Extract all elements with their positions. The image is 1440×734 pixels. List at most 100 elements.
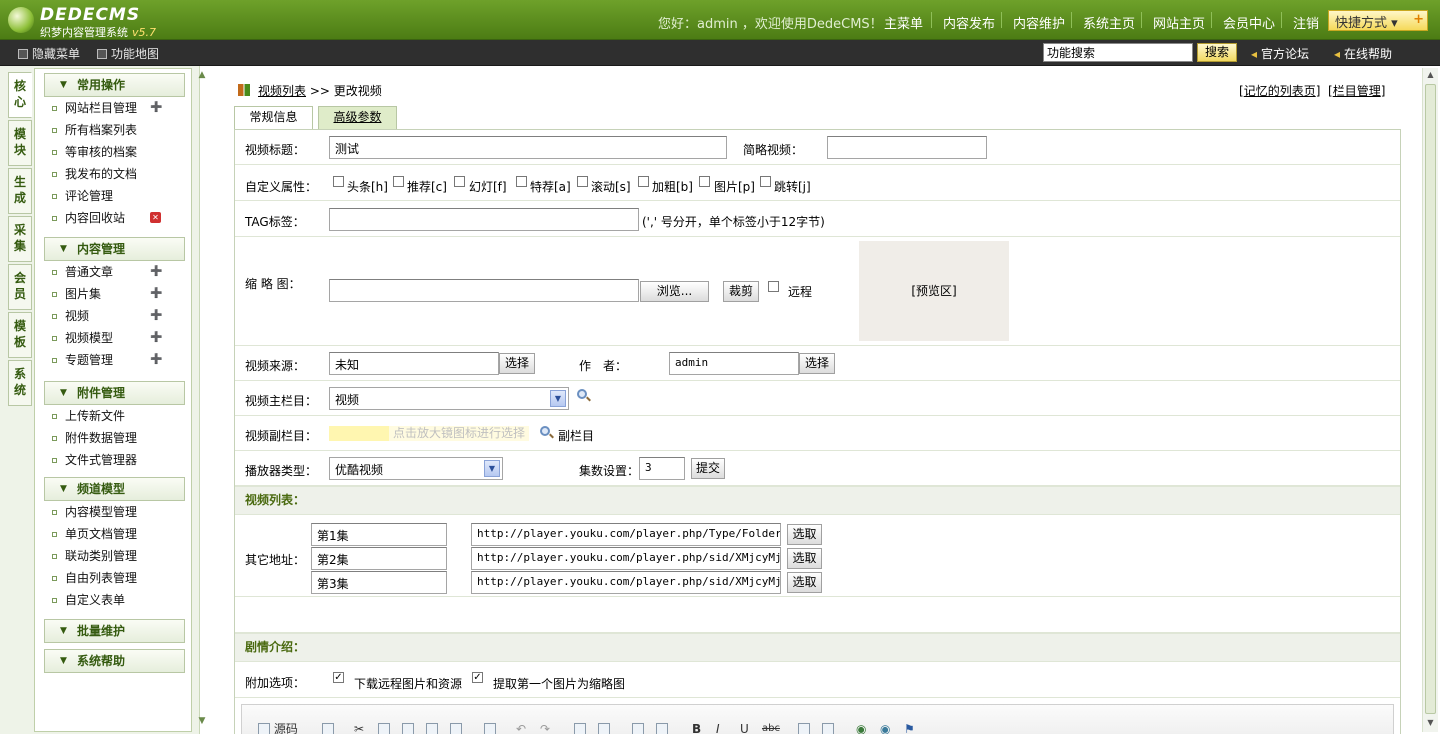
menu-item-attachment-data[interactable]: 附件数据管理 bbox=[35, 427, 191, 449]
add-icon[interactable]: ➕ bbox=[150, 354, 162, 365]
menu-item-all-archives[interactable]: 所有档案列表 bbox=[35, 119, 191, 141]
editor-redo-button[interactable]: ↷ bbox=[540, 721, 550, 734]
left-scroll-down-icon[interactable]: ▼ bbox=[192, 716, 212, 730]
remember-list-link[interactable]: 记忆的列表页 bbox=[1244, 84, 1316, 98]
flag-checkbox[interactable] bbox=[577, 176, 588, 187]
sub-column-link[interactable]: 副栏目 bbox=[558, 427, 594, 444]
menu-item-content-model[interactable]: 内容模型管理 bbox=[35, 501, 191, 523]
editor-paste-button[interactable] bbox=[402, 721, 414, 734]
forum-link[interactable]: ◂ 官方论坛 bbox=[1251, 45, 1309, 62]
vtab-member[interactable]: 会员 bbox=[8, 264, 32, 310]
function-search-input[interactable] bbox=[1043, 43, 1193, 62]
tab-normal-info[interactable]: 常规信息 bbox=[234, 106, 313, 129]
editor-link-button[interactable]: ◉ bbox=[856, 721, 866, 734]
editor-copy-button[interactable] bbox=[378, 721, 390, 734]
editor-paste-text-button[interactable] bbox=[426, 721, 438, 734]
remote-checkbox[interactable] bbox=[768, 281, 779, 292]
episode-url-input[interactable]: http://player.youku.com/player.php/sid/X… bbox=[471, 571, 781, 594]
scroll-thumb[interactable] bbox=[1425, 84, 1436, 714]
menu-item-video-model[interactable]: 视频模型 ➕ bbox=[35, 327, 191, 349]
magnifier-icon[interactable] bbox=[577, 389, 591, 403]
editor-doc-button[interactable] bbox=[322, 721, 334, 734]
episode-name-input[interactable]: 第1集 bbox=[311, 523, 447, 546]
editor-source-button[interactable]: 源码 bbox=[258, 721, 298, 734]
menu-item-comments[interactable]: 评论管理 bbox=[35, 185, 191, 207]
function-map-button[interactable]: 功能地图 bbox=[97, 45, 159, 62]
editor-replace-button[interactable] bbox=[598, 721, 610, 734]
title-input[interactable]: 测试 bbox=[329, 136, 727, 159]
author-input[interactable]: admin bbox=[669, 352, 799, 375]
submit-episodes-button[interactable]: 提交 bbox=[691, 458, 725, 479]
editor-bold-button[interactable]: B bbox=[692, 721, 701, 734]
menu-section-help[interactable]: ▼ 系统帮助 bbox=[44, 649, 185, 673]
flag-checkbox[interactable] bbox=[516, 176, 527, 187]
crumb-video-list-link[interactable]: 视频列表 bbox=[258, 84, 306, 98]
menu-item-column-manage[interactable]: 网站栏目管理 ➕ bbox=[35, 97, 191, 119]
episode-pick-button[interactable]: 选取 bbox=[787, 572, 822, 593]
episode-url-input[interactable]: http://player.youku.com/player.php/Type/… bbox=[471, 523, 781, 546]
thumb-input[interactable] bbox=[329, 279, 639, 302]
menu-item-recycle-bin[interactable]: 内容回收站 ✕ bbox=[35, 207, 191, 229]
editor-unlink-button[interactable]: ◉ bbox=[880, 721, 890, 734]
menu-item-pending-archives[interactable]: 等审核的档案 bbox=[35, 141, 191, 163]
episode-pick-button[interactable]: 选取 bbox=[787, 548, 822, 569]
source-select-button[interactable]: 选择 bbox=[499, 353, 535, 374]
main-column-select[interactable]: 视频 ▼ bbox=[329, 387, 569, 410]
menu-item-my-documents[interactable]: 我发布的文档 bbox=[35, 163, 191, 185]
menu-section-content[interactable]: ▼ 内容管理 bbox=[44, 237, 185, 261]
nav-main-menu[interactable]: 主菜单 bbox=[884, 13, 923, 32]
editor-select-all-button[interactable] bbox=[632, 721, 644, 734]
nav-member-center[interactable]: 会员中心 bbox=[1223, 13, 1275, 32]
menu-item-topics[interactable]: 专题管理 ➕ bbox=[35, 349, 191, 371]
episode-name-input[interactable]: 第3集 bbox=[311, 571, 447, 594]
menu-item-gallery[interactable]: 图片集 ➕ bbox=[35, 283, 191, 305]
add-icon[interactable]: ➕ bbox=[150, 332, 162, 343]
episodes-input[interactable]: 3 bbox=[639, 457, 685, 480]
vtab-generate[interactable]: 生成 bbox=[8, 168, 32, 214]
author-select-button[interactable]: 选择 bbox=[799, 353, 835, 374]
flag-checkbox[interactable] bbox=[699, 176, 710, 187]
menu-section-attachments[interactable]: ▼ 附件管理 bbox=[44, 381, 185, 405]
flag-checkbox[interactable] bbox=[393, 176, 404, 187]
add-icon[interactable]: ➕ bbox=[150, 288, 162, 299]
editor-italic-button[interactable]: I bbox=[716, 721, 720, 734]
menu-item-upload[interactable]: 上传新文件 bbox=[35, 405, 191, 427]
source-input[interactable]: 未知 bbox=[329, 352, 499, 375]
scroll-down-icon[interactable]: ▼ bbox=[1425, 718, 1436, 730]
vtab-system[interactable]: 系统 bbox=[8, 360, 32, 406]
scroll-up-icon[interactable]: ▲ bbox=[1425, 70, 1436, 82]
episode-url-input[interactable]: http://player.youku.com/player.php/sid/X… bbox=[471, 547, 781, 570]
editor-paste-word-button[interactable] bbox=[450, 721, 462, 734]
menu-item-article[interactable]: 普通文章 ➕ bbox=[35, 261, 191, 283]
editor-underline-button[interactable]: U bbox=[740, 721, 749, 734]
player-select[interactable]: 优酷视频 ▼ bbox=[329, 457, 503, 480]
episode-pick-button[interactable]: 选取 bbox=[787, 524, 822, 545]
nav-content-maintain[interactable]: 内容维护 bbox=[1013, 13, 1065, 32]
menu-item-single-page[interactable]: 单页文档管理 bbox=[35, 523, 191, 545]
flag-checkbox[interactable] bbox=[760, 176, 771, 187]
add-icon[interactable]: ➕ bbox=[150, 310, 162, 321]
nav-logout[interactable]: 注销 bbox=[1293, 13, 1319, 32]
content-scrollbar[interactable]: ▲ ▼ bbox=[1422, 68, 1438, 732]
editor-find-button[interactable] bbox=[574, 721, 586, 734]
menu-item-linkage[interactable]: 联动类别管理 bbox=[35, 545, 191, 567]
hide-menu-button[interactable]: 隐藏菜单 bbox=[18, 45, 80, 62]
editor-undo-button[interactable]: ↶ bbox=[516, 721, 526, 734]
clear-icon[interactable]: ✕ bbox=[150, 212, 161, 223]
menu-item-video[interactable]: 视频 ➕ bbox=[35, 305, 191, 327]
left-scroll-up-icon[interactable]: ▲ bbox=[192, 70, 212, 84]
crop-button[interactable]: 裁剪 bbox=[723, 281, 759, 302]
menu-item-custom-form[interactable]: 自定义表单 bbox=[35, 589, 191, 611]
flag-checkbox[interactable] bbox=[454, 176, 465, 187]
vtab-template[interactable]: 模板 bbox=[8, 312, 32, 358]
add-icon[interactable]: ➕ bbox=[150, 102, 162, 113]
episode-name-input[interactable]: 第2集 bbox=[311, 547, 447, 570]
short-title-input[interactable] bbox=[827, 136, 987, 159]
first-image-thumb-checkbox[interactable]: ✓ bbox=[472, 672, 483, 683]
magnifier-icon[interactable] bbox=[540, 426, 554, 440]
quick-menu-button[interactable]: 快捷方式 ▾ + bbox=[1328, 10, 1428, 31]
vtab-module[interactable]: 模块 bbox=[8, 120, 32, 166]
editor-print-button[interactable] bbox=[484, 721, 496, 734]
editor-strike-button[interactable]: abc bbox=[762, 721, 780, 734]
search-button[interactable]: 搜索 bbox=[1197, 43, 1237, 62]
